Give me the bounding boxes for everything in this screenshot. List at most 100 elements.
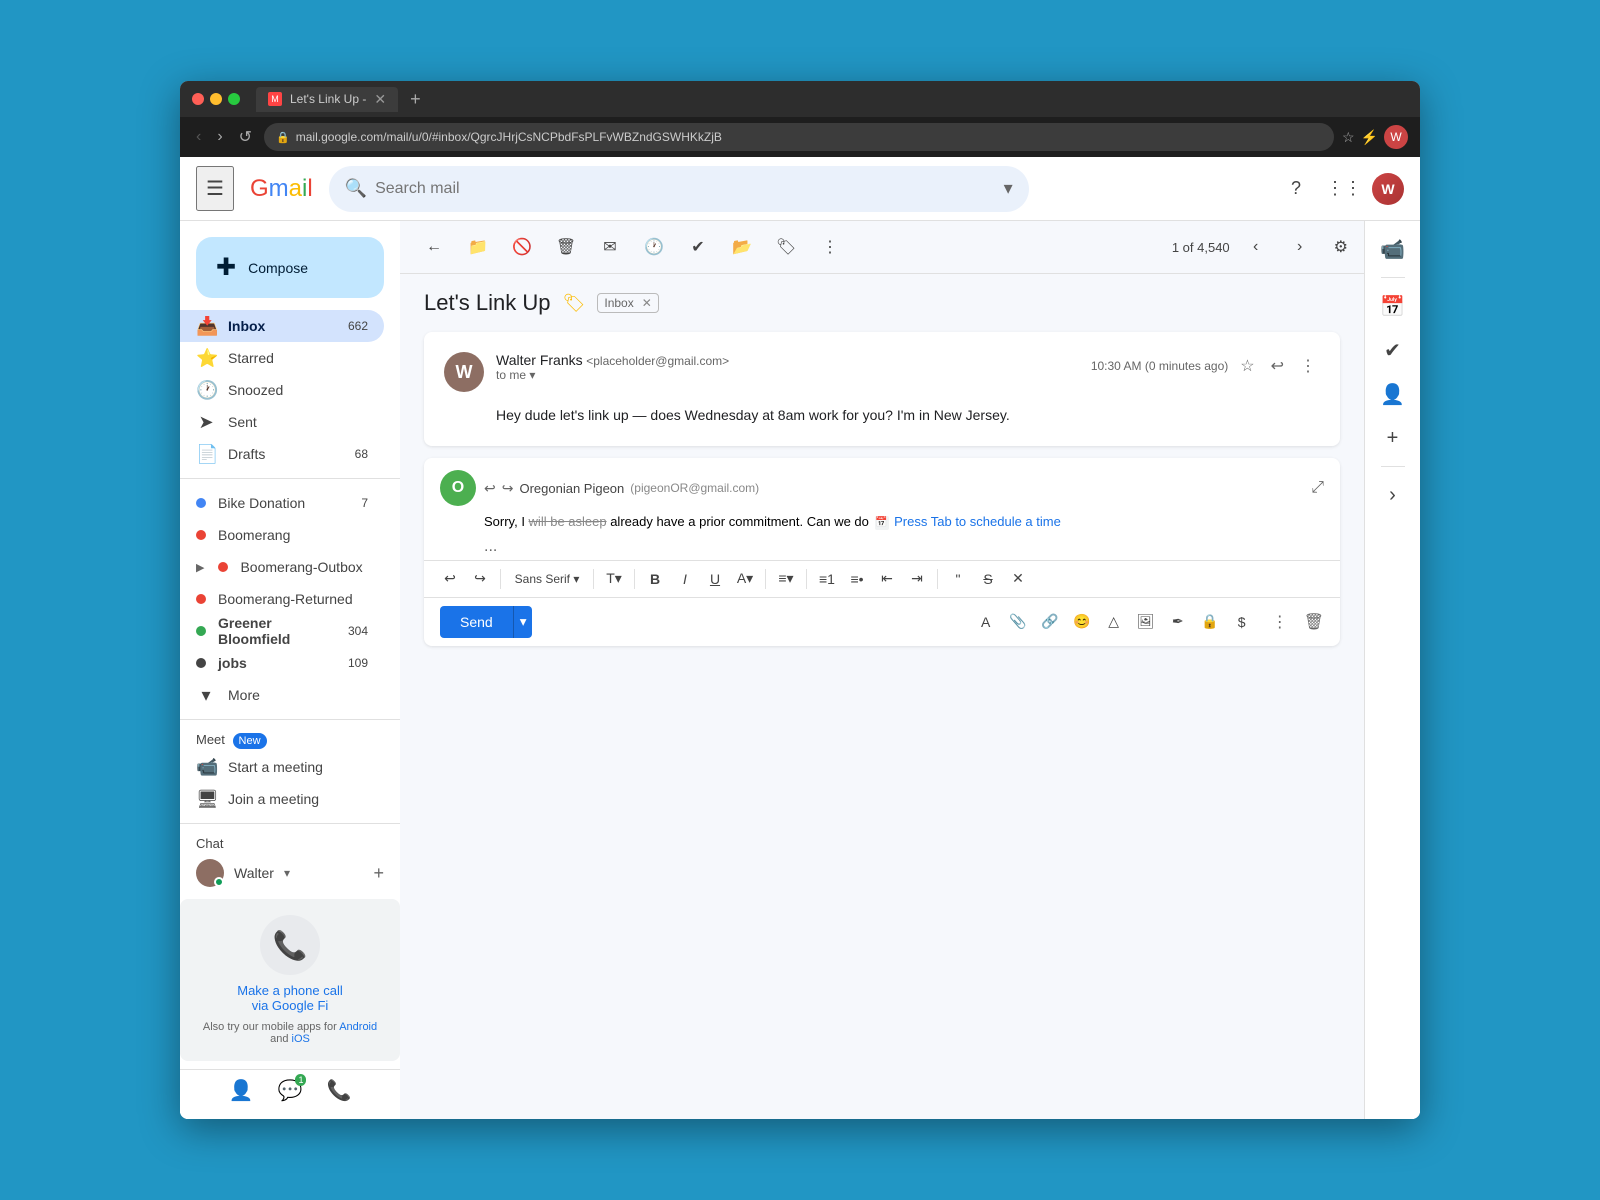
more-options-button[interactable]: ⋮ xyxy=(812,229,848,265)
reply-message-button[interactable]: ↩ xyxy=(1267,352,1288,380)
star-message-button[interactable]: ☆ xyxy=(1236,352,1258,380)
archive-button[interactable]: 📁 xyxy=(460,229,496,265)
right-sidebar-add-button[interactable]: + xyxy=(1373,418,1413,458)
sidebar-item-snoozed[interactable]: 🕐 Snoozed xyxy=(180,374,384,406)
tab-close-button[interactable]: ✕ xyxy=(374,91,386,108)
add-account-icon[interactable]: 👤 xyxy=(229,1078,254,1103)
tasks-button[interactable]: ✔ xyxy=(680,229,716,265)
next-email-button[interactable]: › xyxy=(1282,229,1318,265)
back-to-inbox-button[interactable]: ← xyxy=(416,229,452,265)
snooze-button[interactable]: 🕐 xyxy=(636,229,672,265)
send-button[interactable]: Send xyxy=(440,606,513,638)
chat-bubble-icon[interactable]: 💬 1 xyxy=(278,1078,303,1103)
strikethrough-button[interactable]: S xyxy=(974,565,1002,593)
sidebar-item-join-meeting[interactable]: 🖥 Join a meeting xyxy=(180,783,384,815)
sidebar-item-greener-bloomfield[interactable]: Greener Bloomfield 304 xyxy=(180,615,384,647)
apps-button[interactable]: ⋮⋮ xyxy=(1324,169,1364,209)
to-me-indicator[interactable]: to me ▾ xyxy=(496,368,1079,382)
phone-call-link[interactable]: Make a phone call via Google Fi xyxy=(196,983,384,1013)
browser-tab[interactable]: M Let's Link Up - ✕ xyxy=(256,87,398,112)
insert-emoji-icon[interactable]: 😊 xyxy=(1068,608,1096,636)
right-sidebar-expand-button[interactable]: › xyxy=(1373,475,1413,515)
sidebar-item-start-meeting[interactable]: 📹 Start a meeting xyxy=(180,751,384,783)
sidebar-item-boomerang-outbox[interactable]: ▶ Boomerang-Outbox xyxy=(180,551,384,583)
forward-button[interactable]: › xyxy=(213,124,226,150)
mark-unread-button[interactable]: ✉ xyxy=(592,229,628,265)
hamburger-menu-button[interactable]: ☰ xyxy=(196,166,234,211)
send-dropdown-button[interactable]: ▾ xyxy=(513,606,533,638)
insert-link-icon[interactable]: 🔗 xyxy=(1036,608,1064,636)
reply-expand-icon[interactable]: ⤢ xyxy=(1311,479,1324,497)
chat-user-walter[interactable]: Walter ▾ + xyxy=(180,855,400,891)
align-button[interactable]: ≡▾ xyxy=(772,565,800,593)
browser-profile-avatar[interactable]: W xyxy=(1384,125,1408,149)
discard-draft-button[interactable]: 🗑 xyxy=(1304,612,1324,632)
attach-file-icon[interactable]: 📎 xyxy=(1004,608,1032,636)
insert-drive-icon[interactable]: △ xyxy=(1100,608,1128,636)
back-button[interactable]: ‹ xyxy=(192,124,205,150)
indent-less-button[interactable]: ⇤ xyxy=(873,565,901,593)
indent-more-button[interactable]: ⇥ xyxy=(903,565,931,593)
compose-button[interactable]: ✚ Compose xyxy=(196,237,384,298)
redo-button[interactable]: ↪ xyxy=(466,565,494,593)
insert-signature-icon[interactable]: ✒ xyxy=(1164,608,1192,636)
search-filter-dropdown[interactable]: ▾ xyxy=(1004,178,1013,199)
url-bar[interactable]: 🔒 mail.google.com/mail/u/0/#inbox/QgrcJH… xyxy=(264,123,1334,151)
send-more-options-button[interactable]: ⋮ xyxy=(1272,612,1288,632)
text-color-button[interactable]: A▾ xyxy=(731,565,759,593)
right-sidebar-meet-button[interactable]: 📹 xyxy=(1373,229,1413,269)
ios-link[interactable]: iOS xyxy=(292,1033,310,1045)
maximize-dot[interactable] xyxy=(228,93,240,105)
sidebar-item-starred[interactable]: ⭐ Starred xyxy=(180,342,384,374)
prev-email-button[interactable]: ‹ xyxy=(1238,229,1274,265)
sidebar-item-boomerang[interactable]: Boomerang xyxy=(180,519,384,551)
schedule-time-link[interactable]: Press Tab to schedule a time xyxy=(894,514,1061,529)
font-family-button[interactable]: Sans Serif ▾ xyxy=(507,565,587,593)
extensions-icon[interactable]: ⚡ xyxy=(1361,129,1378,146)
labels-button[interactable]: 🏷 xyxy=(768,229,804,265)
insert-money-icon[interactable]: $ xyxy=(1228,608,1256,636)
reload-button[interactable]: ↺ xyxy=(235,123,256,151)
settings-icon[interactable]: ⚙ xyxy=(1334,237,1348,257)
font-size-button[interactable]: T▾ xyxy=(600,565,628,593)
minimize-dot[interactable] xyxy=(210,93,222,105)
help-button[interactable]: ? xyxy=(1276,169,1316,209)
underline-button[interactable]: U xyxy=(701,565,729,593)
more-message-button[interactable]: ⋮ xyxy=(1296,352,1320,380)
sidebar-item-bike-donation[interactable]: Bike Donation 7 xyxy=(180,487,384,519)
reply-ellipsis[interactable]: ... xyxy=(424,538,1340,560)
sidebar-item-drafts[interactable]: 📄 Drafts 68 xyxy=(180,438,384,470)
close-dot[interactable] xyxy=(192,93,204,105)
sidebar-item-boomerang-returned[interactable]: Boomerang-Returned xyxy=(180,583,384,615)
right-sidebar-calendar-button[interactable]: 📅 xyxy=(1373,286,1413,326)
ordered-list-button[interactable]: ≡1 xyxy=(813,565,841,593)
bookmark-icon[interactable]: ☆ xyxy=(1342,129,1355,146)
sidebar-item-sent[interactable]: ➤ Sent xyxy=(180,406,384,438)
right-sidebar-contacts-button[interactable]: 👤 xyxy=(1373,374,1413,414)
new-tab-button[interactable]: + xyxy=(410,89,421,110)
move-to-button[interactable]: 📂 xyxy=(724,229,760,265)
user-avatar[interactable]: W xyxy=(1372,173,1404,205)
format-text-icon[interactable]: A xyxy=(972,608,1000,636)
phone-icon-bottom[interactable]: 📞 xyxy=(326,1078,351,1103)
search-bar[interactable]: 🔍 ▾ xyxy=(329,166,1029,212)
bold-button[interactable]: B xyxy=(641,565,669,593)
delete-button[interactable]: 🗑 xyxy=(548,229,584,265)
chat-add-button[interactable]: + xyxy=(373,863,384,884)
remove-format-button[interactable]: ✕ xyxy=(1004,565,1032,593)
italic-button[interactable]: I xyxy=(671,565,699,593)
undo-button[interactable]: ↩ xyxy=(436,565,464,593)
search-input[interactable] xyxy=(375,180,996,198)
quote-button[interactable]: " xyxy=(944,565,972,593)
reply-body[interactable]: Sorry, I will be asleep already have a p… xyxy=(424,506,1340,538)
insert-confidential-icon[interactable]: 🔒 xyxy=(1196,608,1224,636)
sidebar-item-more[interactable]: ▾ More xyxy=(180,679,384,711)
sidebar-item-inbox[interactable]: 📥 Inbox 662 xyxy=(180,310,384,342)
insert-photo-icon[interactable]: 🖼 xyxy=(1132,608,1160,636)
inbox-tag-remove-button[interactable]: ✕ xyxy=(642,296,652,310)
unordered-list-button[interactable]: ≡• xyxy=(843,565,871,593)
sidebar-item-jobs[interactable]: jobs 109 xyxy=(180,647,384,679)
report-spam-button[interactable]: 🚫 xyxy=(504,229,540,265)
right-sidebar-tasks-button[interactable]: ✔ xyxy=(1373,330,1413,370)
android-link[interactable]: Android xyxy=(339,1021,377,1033)
